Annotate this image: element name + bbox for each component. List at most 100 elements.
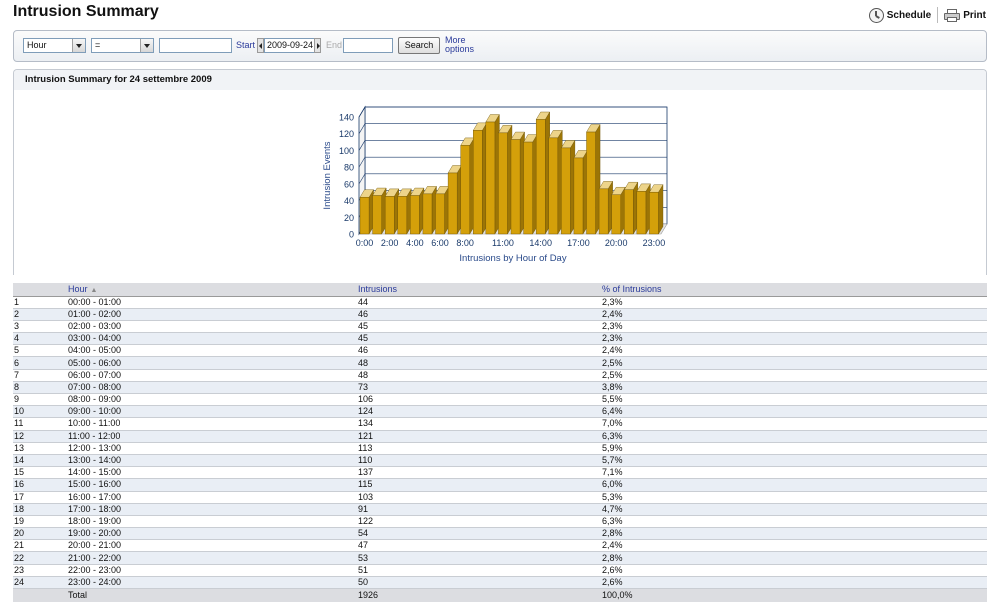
- sort-asc-icon: ▲: [90, 287, 98, 295]
- row-pct: 2,5%: [602, 356, 987, 370]
- bar: [636, 191, 647, 235]
- total-row-number: [13, 588, 68, 602]
- row-pct: 7,1%: [602, 466, 987, 480]
- row-pct: 5,9%: [602, 442, 987, 455]
- row-intrusions: 46: [358, 344, 602, 358]
- row-number: 19: [13, 515, 68, 529]
- filter-bar: Hour = Start 2009-09-24 End Search More …: [13, 30, 987, 62]
- row-pct: 6,3%: [602, 430, 987, 443]
- bar: [460, 145, 470, 235]
- table-row: 21 20:00 - 21:00 47 2,4%: [13, 539, 987, 553]
- operator-select[interactable]: =: [91, 38, 154, 53]
- row-hour: 20:00 - 21:00: [68, 539, 358, 553]
- start-date-field[interactable]: 2009-09-24: [264, 38, 321, 53]
- row-pct: 7,0%: [602, 417, 987, 431]
- row-intrusions: 113: [358, 442, 602, 455]
- table-row: 17 16:00 - 17:00 103 5,3%: [13, 491, 987, 504]
- table-row: 4 03:00 - 04:00 45 2,3%: [13, 332, 987, 346]
- prev-date-button[interactable]: [257, 38, 264, 53]
- row-pct: 5,3%: [602, 491, 987, 504]
- field-select[interactable]: Hour: [23, 38, 86, 53]
- x-tick-label: 6:00: [431, 238, 449, 248]
- row-number: 14: [13, 454, 68, 468]
- row-intrusions: 91: [358, 503, 602, 516]
- bar: [523, 141, 533, 235]
- table-row: 8 07:00 - 08:00 73 3,8%: [13, 381, 987, 395]
- end-date-input[interactable]: [343, 38, 393, 53]
- row-number: 9: [13, 393, 68, 407]
- row-hour: 16:00 - 17:00: [68, 491, 358, 504]
- hour-column-header[interactable]: Hour ▲: [68, 283, 358, 297]
- more-options-link[interactable]: More options: [445, 36, 474, 54]
- table-row: 5 04:00 - 05:00 46 2,4%: [13, 344, 987, 358]
- total-row: Total 1926 100,0%: [13, 588, 987, 602]
- row-hour: 05:00 - 06:00: [68, 356, 358, 370]
- y-tick-label: 80: [344, 163, 354, 173]
- operator-select-value: =: [95, 40, 101, 50]
- row-pct: 2,4%: [602, 308, 987, 321]
- row-hour: 21:00 - 22:00: [68, 551, 358, 565]
- row-pct: 6,3%: [602, 515, 987, 529]
- intrusions-column-header[interactable]: Intrusions: [358, 283, 602, 297]
- bar: [586, 131, 596, 235]
- pct-column-header[interactable]: % of Intrusions: [602, 283, 987, 297]
- row-hour: 12:00 - 13:00: [68, 442, 358, 455]
- row-number: 16: [13, 478, 68, 492]
- row-hour: 23:00 - 24:00: [68, 576, 358, 590]
- row-number: 3: [13, 320, 68, 334]
- bar: [548, 137, 559, 235]
- row-number: 12: [13, 430, 68, 443]
- clock-icon: [868, 7, 884, 23]
- schedule-link[interactable]: Schedule: [868, 7, 931, 23]
- row-intrusions: 137: [358, 466, 602, 480]
- table-row: 11 10:00 - 11:00 134 7,0%: [13, 417, 987, 431]
- row-number-header: [13, 283, 68, 297]
- row-intrusions: 47: [358, 539, 602, 553]
- row-pct: 2,4%: [602, 344, 987, 358]
- row-hour: 15:00 - 16:00: [68, 478, 358, 492]
- row-intrusions: 50: [358, 576, 602, 590]
- row-pct: 2,6%: [602, 576, 987, 590]
- table-row: 12 11:00 - 12:00 121 6,3%: [13, 430, 987, 443]
- top-actions: Schedule Print: [868, 7, 986, 23]
- y-axis-label: Intrusion Events: [322, 141, 333, 209]
- table-row: 2 01:00 - 02:00 46 2,4%: [13, 308, 987, 321]
- bar: [598, 188, 609, 235]
- search-button[interactable]: Search: [398, 37, 440, 54]
- bar: [397, 196, 408, 235]
- row-hour: 08:00 - 09:00: [68, 393, 358, 407]
- start-label: Start: [236, 40, 256, 50]
- bar: [649, 192, 659, 235]
- table-row: 13 12:00 - 13:00 113 5,9%: [13, 442, 987, 455]
- bar: [485, 121, 496, 235]
- x-tick-label: 8:00: [456, 238, 474, 248]
- row-number: 13: [13, 442, 68, 455]
- row-pct: 5,7%: [602, 454, 987, 468]
- table-row: 19 18:00 - 19:00 122 6,3%: [13, 515, 987, 529]
- print-link[interactable]: Print: [944, 8, 986, 22]
- row-hour: 07:00 - 08:00: [68, 381, 358, 395]
- intrusion-table: Hour ▲ Intrusions % of Intrusions 1 00:00 …: [13, 283, 987, 602]
- divider: [937, 7, 939, 23]
- row-intrusions: 134: [358, 417, 602, 431]
- next-date-button[interactable]: [314, 38, 321, 53]
- row-hour: 13:00 - 14:00: [68, 454, 358, 468]
- table-header-row: Hour ▲ Intrusions % of Intrusions: [13, 283, 987, 297]
- table-row: 6 05:00 - 06:00 48 2,5%: [13, 356, 987, 370]
- x-axis-label: Intrusions by Hour of Day: [459, 253, 566, 264]
- bar: [372, 195, 382, 235]
- table-row: 22 21:00 - 22:00 53 2,8%: [13, 551, 987, 565]
- x-tick-label: 0:00: [356, 238, 374, 248]
- row-hour: 04:00 - 05:00: [68, 344, 358, 358]
- row-intrusions: 124: [358, 405, 602, 419]
- row-intrusions: 103: [358, 491, 602, 504]
- table-row: 20 19:00 - 20:00 54 2,8%: [13, 527, 987, 541]
- row-hour: 14:00 - 15:00: [68, 466, 358, 480]
- row-pct: 2,8%: [602, 527, 987, 541]
- table-row: 18 17:00 - 18:00 91 4,7%: [13, 503, 987, 516]
- bar: [410, 195, 420, 235]
- panel-title: Intrusion Summary for 24 settembre 2009: [14, 70, 986, 90]
- row-number: 17: [13, 491, 68, 504]
- value-input[interactable]: [159, 38, 232, 53]
- row-pct: 2,8%: [602, 551, 987, 565]
